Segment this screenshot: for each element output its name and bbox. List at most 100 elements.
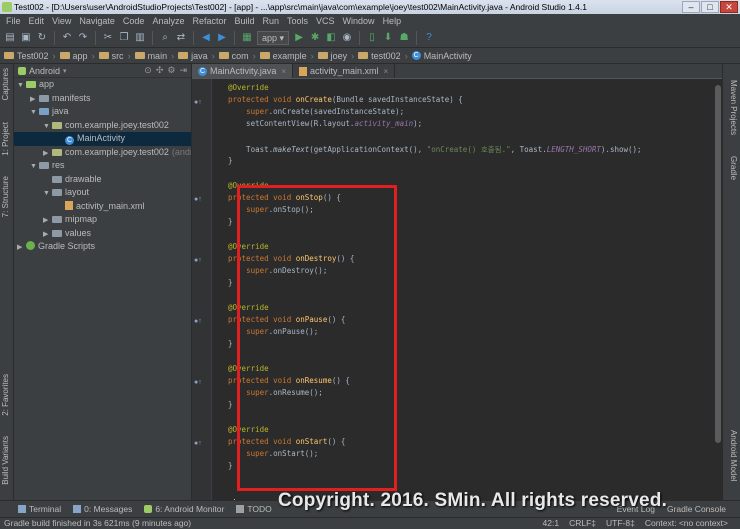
tab-maven-projects[interactable]: Maven Projects: [726, 80, 738, 135]
close-icon[interactable]: ×: [281, 67, 286, 76]
minimize-button[interactable]: –: [682, 1, 700, 13]
tab-android-model[interactable]: Android Model: [726, 430, 738, 482]
back-icon[interactable]: ◀: [200, 32, 212, 44]
tree-item-layout[interactable]: ▼ layout: [14, 186, 191, 200]
chevron-right-icon[interactable]: ▶: [30, 93, 39, 107]
tree-item-gradle-scripts[interactable]: ▶ Gradle Scripts: [14, 240, 191, 254]
chevron-right-icon[interactable]: ▶: [17, 241, 26, 255]
override-marker-icon[interactable]: ●↑: [194, 99, 202, 106]
tab-structure[interactable]: 7: Structure: [1, 176, 13, 217]
tab-favorites[interactable]: 2: Favorites: [1, 374, 13, 416]
tree-item-activity-main-xml[interactable]: activity_main.xml: [14, 200, 191, 214]
menu-edit[interactable]: Edit: [25, 16, 49, 26]
tab-terminal[interactable]: Terminal: [18, 504, 61, 514]
sync-icon[interactable]: ⊙: [144, 65, 152, 76]
breadcrumb-item[interactable]: main ›: [134, 51, 179, 61]
menu-navigate[interactable]: Navigate: [75, 16, 119, 26]
override-marker-icon[interactable]: ●↑: [194, 196, 202, 203]
breadcrumb-item[interactable]: Test002 ›: [4, 51, 60, 61]
make-icon[interactable]: ▦: [241, 32, 253, 44]
breadcrumb-item[interactable]: test002 ›: [358, 51, 412, 61]
line-separator[interactable]: CRLF‡: [569, 518, 596, 529]
help-icon[interactable]: ?: [423, 32, 435, 44]
tab-activity-main-xml[interactable]: activity_main.xml ×: [293, 64, 396, 78]
breadcrumb-item[interactable]: src ›: [98, 51, 135, 61]
coverage-icon[interactable]: ◧: [325, 32, 337, 44]
menu-file[interactable]: File: [2, 16, 25, 26]
menu-vcs[interactable]: VCS: [312, 16, 339, 26]
override-marker-icon[interactable]: ●↑: [194, 318, 202, 325]
tab-captures[interactable]: Captures: [1, 68, 13, 100]
chevron-down-icon[interactable]: ▼: [43, 120, 52, 134]
tree-item-com-example-joey-test002[interactable]: ▶ com.example.joey.test002(androidT: [14, 146, 191, 160]
avd-icon[interactable]: ▯: [366, 32, 378, 44]
menu-build[interactable]: Build: [230, 16, 258, 26]
tab-build-variants[interactable]: Build Variants: [1, 436, 13, 485]
menu-refactor[interactable]: Refactor: [188, 16, 230, 26]
tree-item-app[interactable]: ▼ app: [14, 78, 191, 92]
open-icon[interactable]: ▤: [4, 32, 16, 44]
scrollbar-thumb[interactable]: [715, 85, 721, 443]
breadcrumb-item[interactable]: C MainActivity: [411, 51, 476, 61]
tree-item-mipmap[interactable]: ▶ mipmap: [14, 213, 191, 227]
breadcrumb-item[interactable]: app ›: [59, 51, 99, 61]
chevron-down-icon[interactable]: ▼: [30, 106, 39, 120]
paste-icon[interactable]: ▥: [134, 32, 146, 44]
tab-mainactivity-java[interactable]: C MainActivity.java ×: [192, 64, 294, 78]
breadcrumb-item[interactable]: example ›: [259, 51, 318, 61]
chevron-down-icon[interactable]: ▼: [43, 187, 52, 201]
profile-icon[interactable]: ◉: [341, 32, 353, 44]
file-encoding[interactable]: UTF-8‡: [606, 518, 635, 529]
cursor-position[interactable]: 42:1: [543, 518, 560, 529]
tree-item-manifests[interactable]: ▶ manifests: [14, 92, 191, 106]
maximize-button[interactable]: □: [701, 1, 719, 13]
save-icon[interactable]: ▣: [20, 32, 32, 44]
tab-todo[interactable]: TODO: [236, 504, 272, 514]
sync-icon[interactable]: ↻: [36, 32, 48, 44]
tree-item-java[interactable]: ▼ java: [14, 105, 191, 119]
tree-item-com-example-joey-test002[interactable]: ▼ com.example.joey.test002: [14, 119, 191, 133]
android-icon[interactable]: ☗: [398, 32, 410, 44]
tree-item-res[interactable]: ▼ res: [14, 159, 191, 173]
override-marker-icon[interactable]: ●↑: [194, 379, 202, 386]
menu-run[interactable]: Run: [259, 16, 284, 26]
chevron-down-icon[interactable]: ▼: [30, 160, 39, 174]
run-icon[interactable]: ▶: [293, 32, 305, 44]
context-indicator[interactable]: Context: <no context>: [645, 518, 728, 529]
forward-icon[interactable]: ▶: [216, 32, 228, 44]
hide-icon[interactable]: ⇥: [179, 65, 187, 76]
tree-item-drawable[interactable]: drawable: [14, 173, 191, 187]
find-icon[interactable]: ⌕: [159, 32, 171, 44]
menu-code[interactable]: Code: [119, 16, 149, 26]
chevron-right-icon[interactable]: ▶: [43, 214, 52, 228]
code-area[interactable]: @Override protected void onCreate(Bundle…: [214, 79, 722, 511]
collapse-icon[interactable]: ✣: [156, 65, 164, 76]
breadcrumb-item[interactable]: com ›: [218, 51, 260, 61]
project-view-select[interactable]: Android: [29, 66, 60, 76]
sdk-icon[interactable]: ⬇: [382, 32, 394, 44]
status-message[interactable]: Gradle build finished in 3s 621ms (9 min…: [4, 518, 191, 528]
chevron-down-icon[interactable]: ▾: [63, 67, 67, 75]
chevron-down-icon[interactable]: ▼: [17, 79, 26, 93]
editor-scrollbar[interactable]: [714, 79, 722, 500]
chevron-right-icon[interactable]: ▶: [43, 147, 52, 161]
menu-help[interactable]: Help: [379, 16, 406, 26]
tab-android-monitor[interactable]: 6: Android Monitor: [144, 504, 224, 514]
tree-item-mainactivity[interactable]: C MainActivity: [14, 132, 191, 146]
override-marker-icon[interactable]: ●↑: [194, 440, 202, 447]
cut-icon[interactable]: ✂: [102, 32, 114, 44]
undo-icon[interactable]: ↶: [61, 32, 73, 44]
close-icon[interactable]: ×: [384, 67, 389, 76]
menu-window[interactable]: Window: [339, 16, 379, 26]
menu-analyze[interactable]: Analyze: [148, 16, 188, 26]
replace-icon[interactable]: ⇄: [175, 32, 187, 44]
breadcrumb-item[interactable]: java ›: [178, 51, 219, 61]
menu-view[interactable]: View: [48, 16, 75, 26]
tab-gradle[interactable]: Gradle: [726, 156, 738, 180]
close-button[interactable]: ✕: [720, 1, 738, 13]
override-marker-icon[interactable]: ●↑: [194, 257, 202, 264]
tab-gradle-console[interactable]: Gradle Console: [667, 504, 726, 514]
menu-tools[interactable]: Tools: [283, 16, 312, 26]
debug-icon[interactable]: ✱: [309, 32, 321, 44]
gear-icon[interactable]: ⚙: [167, 65, 175, 76]
